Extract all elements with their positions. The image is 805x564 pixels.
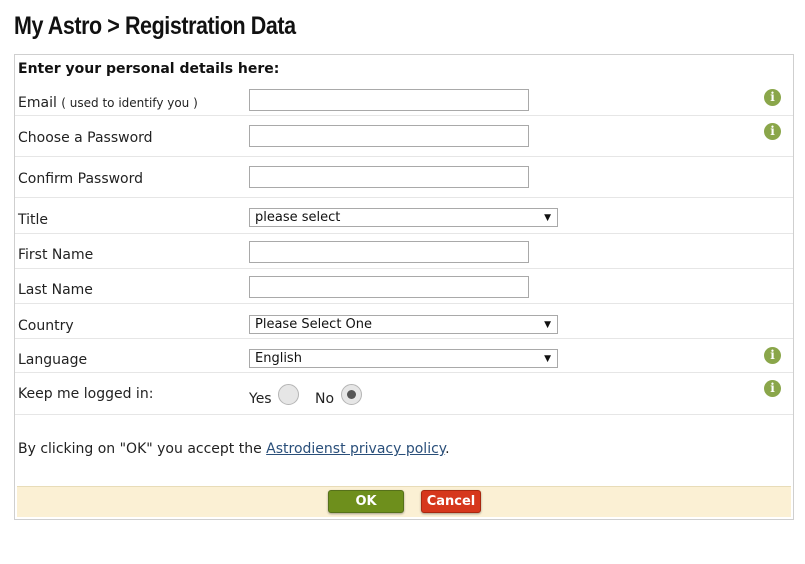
last-name-field[interactable] — [249, 276, 529, 298]
title-label: Title — [18, 212, 49, 228]
no-label: No — [315, 391, 335, 407]
language-row: Language English ▼ i — [15, 339, 793, 373]
last-name-row: Last Name — [15, 269, 793, 304]
country-select-value: Please Select One — [255, 317, 373, 332]
info-icon[interactable]: i — [764, 89, 781, 106]
chevron-down-icon: ▼ — [544, 354, 551, 364]
title-select[interactable]: please select ▼ — [249, 208, 558, 227]
chevron-down-icon: ▼ — [544, 320, 551, 330]
first-name-label: First Name — [18, 247, 94, 263]
language-select-value: English — [255, 351, 302, 366]
password-label: Choose a Password — [18, 130, 153, 146]
confirm-password-label: Confirm Password — [18, 171, 144, 187]
confirm-password-row: Confirm Password — [15, 157, 793, 198]
password-row: Choose a Password i — [15, 116, 793, 157]
no-radio[interactable] — [341, 384, 362, 405]
language-select[interactable]: English ▼ — [249, 349, 558, 368]
chevron-down-icon: ▼ — [544, 213, 551, 223]
privacy-text: By clicking on "OK" you accept the — [18, 441, 267, 457]
first-name-field[interactable] — [249, 241, 529, 263]
last-name-label: Last Name — [18, 282, 93, 298]
email-label: Email ( used to identify you ) — [18, 95, 198, 111]
title-row: Title please select ▼ — [15, 198, 793, 234]
info-icon[interactable]: i — [764, 380, 781, 397]
registration-form: Enter your personal details here: Email … — [14, 54, 794, 520]
email-field[interactable] — [249, 89, 529, 111]
info-icon[interactable]: i — [764, 123, 781, 140]
section-title: Enter your personal details here: — [18, 61, 280, 77]
yes-radio[interactable] — [278, 384, 299, 405]
email-row: Email ( used to identify you ) i — [15, 82, 793, 116]
first-name-row: First Name — [15, 234, 793, 269]
password-field[interactable] — [249, 125, 529, 147]
country-row: Country Please Select One ▼ — [15, 304, 793, 339]
title-select-value: please select — [255, 210, 341, 225]
yes-label: Yes — [249, 391, 272, 407]
country-label: Country — [18, 318, 74, 334]
button-bar: OK Cancel — [17, 486, 791, 517]
privacy-notice: By clicking on "OK" you accept the Astro… — [18, 441, 450, 457]
keep-logged-in-label: Keep me logged in: — [18, 386, 154, 402]
privacy-text-end: . — [445, 441, 450, 457]
ok-button[interactable]: OK — [328, 490, 404, 513]
email-note: ( used to identify you ) — [61, 96, 198, 110]
info-icon[interactable]: i — [764, 347, 781, 364]
language-label: Language — [18, 352, 88, 368]
cancel-button[interactable]: Cancel — [421, 490, 481, 513]
confirm-password-field[interactable] — [249, 166, 529, 188]
keep-logged-in-row: Keep me logged in: Yes No i — [15, 373, 793, 415]
page-title: My Astro > Registration Data — [14, 12, 296, 40]
privacy-policy-link[interactable]: Astrodienst privacy policy — [266, 441, 445, 457]
country-select[interactable]: Please Select One ▼ — [249, 315, 558, 334]
